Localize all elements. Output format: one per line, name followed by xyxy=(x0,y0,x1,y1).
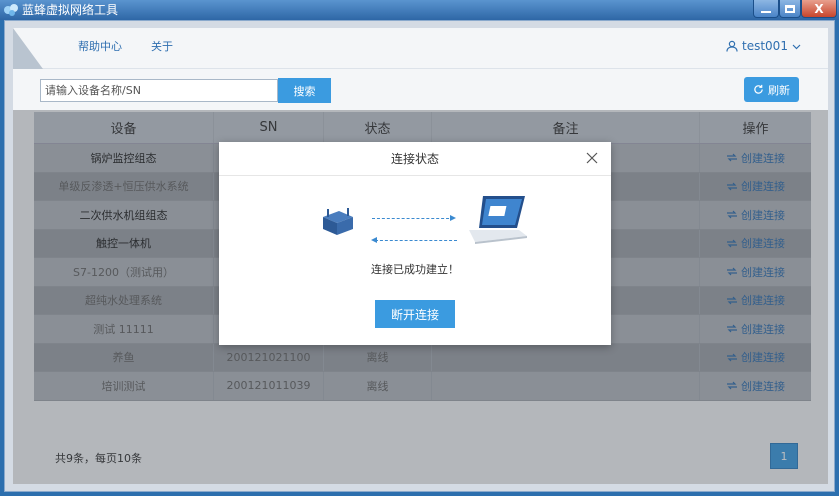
maximize-button[interactable] xyxy=(779,0,801,18)
top-nav-bar: 帮助中心 关于 test001 xyxy=(13,28,828,69)
laptop-icon xyxy=(469,196,527,244)
app-logo-icon xyxy=(4,4,18,16)
search-input[interactable] xyxy=(40,79,278,102)
refresh-icon xyxy=(754,84,763,94)
title-bar: 蓝蜂虚拟网络工具 X xyxy=(0,0,839,20)
connection-status-dialog: 连接状态 连接已成功建立！ 断开连接 xyxy=(219,142,611,345)
user-menu[interactable]: test001 xyxy=(726,39,801,53)
minimize-button[interactable] xyxy=(753,0,779,18)
username: test001 xyxy=(742,39,788,53)
refresh-label: 刷新 xyxy=(768,83,790,97)
user-icon xyxy=(726,40,738,52)
about-link[interactable]: 关于 xyxy=(151,40,173,54)
window-title: 蓝蜂虚拟网络工具 xyxy=(22,3,119,17)
close-window-button[interactable]: X xyxy=(801,0,837,18)
dialog-title: 连接状态 xyxy=(390,152,439,166)
search-button[interactable]: 搜索 xyxy=(278,78,331,103)
disconnect-button[interactable]: 断开连接 xyxy=(375,300,455,328)
arrow-left-head xyxy=(371,237,377,243)
help-center-link[interactable]: 帮助中心 xyxy=(78,40,122,54)
connection-message: 连接已成功建立！ xyxy=(371,263,459,276)
chevron-down-icon xyxy=(792,44,801,49)
maximize-icon xyxy=(785,4,795,13)
close-window-icon: X xyxy=(814,1,824,16)
minimize-icon xyxy=(761,10,771,13)
close-icon[interactable] xyxy=(585,151,599,165)
arrow-right-head xyxy=(450,215,456,221)
refresh-button[interactable]: 刷新 xyxy=(744,77,799,102)
arrow-right xyxy=(372,218,454,219)
tab-corner xyxy=(13,28,43,69)
gateway-device-icon xyxy=(323,208,353,235)
arrow-left xyxy=(375,240,457,241)
dialog-header: 连接状态 xyxy=(219,142,611,176)
